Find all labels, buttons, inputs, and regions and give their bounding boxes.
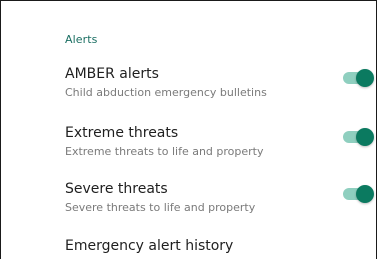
setting-subtitle: Child abduction emergency bulletins bbox=[65, 86, 267, 99]
extreme-threats-toggle[interactable] bbox=[343, 126, 374, 148]
amber-alerts-toggle[interactable] bbox=[343, 67, 374, 89]
setting-title: Emergency alert history bbox=[65, 238, 234, 254]
setting-emergency-alert-history[interactable]: Emergency alert history bbox=[65, 238, 365, 255]
setting-extreme-threats[interactable]: Extreme threats Extreme threats to life … bbox=[65, 125, 365, 159]
setting-amber-alerts[interactable]: AMBER alerts Child abduction emergency b… bbox=[65, 66, 365, 100]
alerts-settings-screen: Alerts AMBER alerts Child abduction emer… bbox=[0, 0, 377, 259]
setting-severe-threats[interactable]: Severe threats Severe threats to life an… bbox=[65, 181, 365, 215]
severe-threats-toggle[interactable] bbox=[343, 183, 374, 205]
setting-title: Extreme threats bbox=[65, 125, 179, 141]
toggle-thumb bbox=[356, 128, 374, 146]
setting-subtitle: Severe threats to life and property bbox=[65, 201, 256, 214]
toggle-thumb bbox=[356, 185, 374, 203]
setting-title: Severe threats bbox=[65, 181, 168, 197]
toggle-thumb bbox=[356, 69, 374, 87]
setting-subtitle: Extreme threats to life and property bbox=[65, 145, 264, 158]
setting-title: AMBER alerts bbox=[65, 66, 159, 82]
section-title-alerts: Alerts bbox=[65, 33, 98, 46]
